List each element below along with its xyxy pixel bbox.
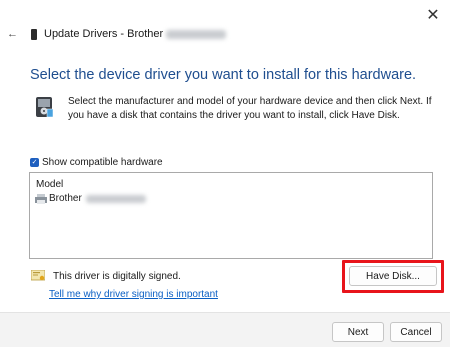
- redacted-model-name: [85, 194, 146, 203]
- title-bar: ✕ ← Update Drivers - Brother: [0, 0, 450, 62]
- show-compatible-hardware-option[interactable]: ✓ Show compatible hardware: [30, 157, 163, 168]
- list-column-header: Model: [36, 179, 64, 190]
- window-title: Update Drivers - Brother: [44, 28, 227, 40]
- hardware-disk-icon: [36, 97, 54, 118]
- back-arrow-icon[interactable]: ←: [7, 28, 18, 40]
- model-listbox[interactable]: Model Brother: [29, 172, 433, 259]
- driver-signing-link[interactable]: Tell me why driver signing is important: [49, 289, 218, 300]
- list-item-label: Brother: [49, 193, 82, 204]
- redacted-model-name: [166, 29, 227, 39]
- show-compatible-hardware-label: Show compatible hardware: [42, 157, 163, 168]
- signature-status: This driver is digitally signed.: [31, 270, 181, 282]
- close-icon[interactable]: ✕: [424, 6, 442, 24]
- highlight-box: [342, 260, 444, 293]
- next-button[interactable]: Next: [332, 322, 384, 342]
- checkbox-checked-icon[interactable]: ✓: [30, 158, 39, 167]
- page-heading: Select the device driver you want to ins…: [30, 67, 417, 83]
- printer-icon: [35, 193, 47, 204]
- device-icon: [31, 29, 37, 40]
- signature-status-text: This driver is digitally signed.: [53, 270, 181, 282]
- instructions-text: Select the manufacturer and model of you…: [68, 96, 432, 121]
- cancel-button[interactable]: Cancel: [390, 322, 442, 342]
- certificate-icon: [31, 270, 45, 281]
- window-title-text: Update Drivers - Brother: [44, 28, 164, 40]
- list-item[interactable]: Brother: [35, 193, 146, 204]
